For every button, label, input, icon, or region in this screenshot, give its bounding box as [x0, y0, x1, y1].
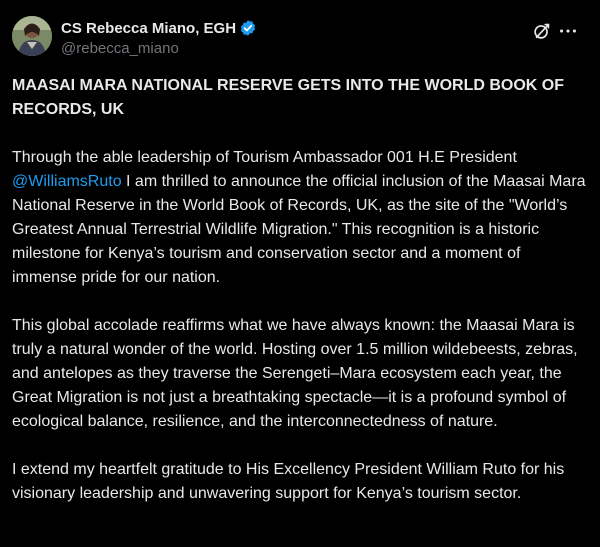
- post-headline: MAASAI MARA NATIONAL RESERVE GETS INTO T…: [12, 77, 565, 118]
- name-row: CS Rebecca Miano, EGH: [61, 18, 257, 38]
- post-paragraph-3: I extend my heartfelt gratitude to His E…: [12, 461, 565, 502]
- avatar[interactable]: [12, 16, 52, 56]
- author-name[interactable]: CS Rebecca Miano, EGH: [61, 20, 236, 37]
- grok-icon[interactable]: [531, 20, 553, 42]
- post-header: CS Rebecca Miano, EGH @rebecca_miano: [61, 18, 257, 57]
- post-body: MAASAI MARA NATIONAL RESERVE GETS INTO T…: [12, 74, 588, 530]
- post: CS Rebecca Miano, EGH @rebecca_miano MAA…: [0, 0, 600, 547]
- paragraph-1-text-start: Through the able leadership of Tourism A…: [12, 149, 517, 166]
- mention-link[interactable]: @WilliamsRuto: [12, 173, 122, 190]
- more-options-icon[interactable]: [557, 20, 579, 42]
- post-paragraph-2: This global accolade reaffirms what we h…: [12, 317, 578, 430]
- author-handle[interactable]: @rebecca_miano: [61, 40, 257, 57]
- post-paragraph-1: Through the able leadership of Tourism A…: [12, 146, 588, 290]
- verified-badge-icon: [239, 19, 257, 37]
